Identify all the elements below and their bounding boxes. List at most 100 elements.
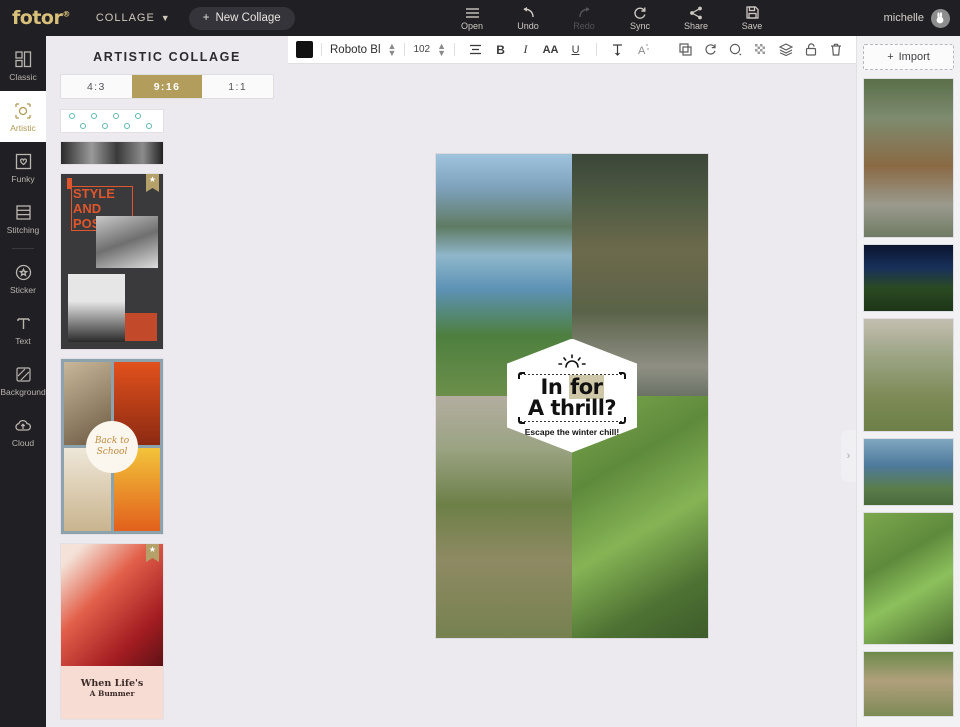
- rotate-button[interactable]: [700, 40, 721, 60]
- hamburger-menu-icon: [465, 6, 480, 20]
- delete-button[interactable]: [825, 40, 846, 60]
- text-color-swatch[interactable]: [296, 41, 313, 58]
- sidebar-item-text[interactable]: Text: [0, 304, 46, 355]
- underline-button[interactable]: U: [565, 40, 586, 60]
- line-spacing-button[interactable]: [607, 40, 628, 60]
- artistic-frame-icon: [14, 101, 32, 121]
- badge-text-for-selected: for: [569, 375, 604, 399]
- collage-dropdown[interactable]: COLLAGE ▼: [96, 12, 171, 24]
- letter-case-button[interactable]: AA: [540, 40, 561, 60]
- duplicate-button[interactable]: [675, 40, 696, 60]
- panel-title: ARTISTIC COLLAGE: [93, 50, 241, 64]
- redo-arrow-icon: [577, 6, 592, 20]
- open-button[interactable]: Open: [455, 6, 489, 31]
- opacity-button[interactable]: [750, 40, 771, 60]
- font-size-stepper[interactable]: ▲ ▼: [437, 41, 446, 57]
- template-back-to-school[interactable]: Back to School: [60, 358, 164, 535]
- sidebar-label-classic: Classic: [9, 71, 37, 82]
- sidebar-divider: [12, 248, 34, 249]
- chevron-down-icon: ▼: [160, 13, 171, 23]
- sidebar-item-background[interactable]: Background: [0, 355, 46, 406]
- italic-button[interactable]: I: [515, 40, 536, 60]
- text-selection-box[interactable]: In for A thrill?: [517, 372, 627, 424]
- sidebar-item-artistic[interactable]: Artistic: [0, 91, 46, 142]
- ratio-tab-4-3[interactable]: 4:3: [61, 75, 132, 98]
- toolbar-divider: [454, 43, 456, 56]
- layers-button[interactable]: [775, 40, 796, 60]
- user-account[interactable]: michelle: [884, 0, 950, 36]
- new-collage-label: New Collage: [215, 12, 281, 24]
- panel-collapse-toggle[interactable]: ›: [841, 430, 856, 482]
- bold-button[interactable]: B: [490, 40, 511, 60]
- photo-thumb-night[interactable]: [863, 244, 954, 312]
- template-dotted-pattern[interactable]: [60, 109, 164, 133]
- resize-handle-top-right[interactable]: [619, 372, 627, 379]
- bummer-subtitle: A Bummer: [89, 689, 135, 698]
- sidebar-label-stitching: Stitching: [6, 224, 40, 235]
- font-family-stepper[interactable]: ▲ ▼: [388, 41, 397, 57]
- sidebar-item-sticker[interactable]: Sticker: [0, 253, 46, 304]
- template-panel: ARTISTIC COLLAGE 4:3 9:16 1:1 ★ STYLE AN…: [46, 36, 288, 727]
- sidebar-item-cloud[interactable]: Cloud: [0, 406, 46, 457]
- template-bw-strip[interactable]: [60, 141, 164, 165]
- fotor-logo[interactable]: fotor®: [12, 7, 70, 29]
- avatar[interactable]: [931, 8, 950, 28]
- thumb-back-to-school: Back to School: [61, 359, 163, 534]
- sidebar-item-funky[interactable]: Funky: [0, 142, 46, 193]
- badge-line-2: A thrill?: [527, 396, 617, 420]
- svg-text:A: A: [638, 45, 646, 56]
- save-button[interactable]: Save: [735, 6, 769, 31]
- photo-thumb-lynx[interactable]: [863, 651, 954, 717]
- top-actions: Open Undo Redo Sync Share Save: [455, 0, 769, 36]
- share-button[interactable]: Share: [679, 6, 713, 31]
- style-line-2: AND: [73, 201, 102, 216]
- sidebar-label-background: Background: [0, 386, 46, 397]
- sidebar-label-text: Text: [15, 335, 31, 346]
- shadow-button[interactable]: [725, 40, 746, 60]
- cloud-upload-icon: [14, 416, 32, 436]
- floppy-disk-icon: [745, 6, 759, 20]
- import-label: Import: [898, 51, 930, 63]
- resize-handle-bottom-right[interactable]: [619, 417, 627, 424]
- sync-label: Sync: [629, 20, 650, 31]
- template-when-lifes-a-bummer[interactable]: ★ When Life's A Bummer: [60, 543, 164, 720]
- template-scroll-area[interactable]: ★ STYLE AND POSE Back to School ★ When L…: [46, 109, 288, 727]
- sidebar-item-classic[interactable]: Classic: [0, 40, 46, 91]
- thumb-when-lifes-a-bummer: When Life's A Bummer: [61, 544, 163, 719]
- ratio-tab-1-1[interactable]: 1:1: [202, 75, 273, 98]
- text-effect-button[interactable]: A: [632, 40, 653, 60]
- photo-thumb-frog[interactable]: [863, 512, 954, 645]
- photo-library-panel: + Import: [856, 36, 960, 727]
- redo-button[interactable]: Redo: [567, 6, 601, 31]
- collage-canvas[interactable]: In for A thrill? Escape the winter chill…: [436, 153, 708, 638]
- toolbar-divider: [321, 43, 322, 56]
- plus-icon: +: [202, 12, 210, 24]
- logo-text: fotor: [12, 7, 63, 29]
- sidebar-item-stitching[interactable]: Stitching: [0, 193, 46, 244]
- toolbar-divider: [404, 43, 406, 56]
- template-style-and-pose[interactable]: ★ STYLE AND POSE: [60, 173, 164, 350]
- sticker-star-icon: [15, 263, 32, 283]
- font-size-input[interactable]: 102: [413, 44, 430, 55]
- ratio-tab-9-16[interactable]: 9:16: [131, 75, 203, 98]
- sidebar-label-sticker: Sticker: [10, 284, 36, 295]
- canvas-area[interactable]: In for A thrill? Escape the winter chill…: [288, 64, 856, 727]
- photo-thumb-hilltown[interactable]: [863, 318, 954, 432]
- heart-frame-icon: [15, 152, 32, 172]
- left-sidebar: Classic Artistic Funky Stitching Sticker…: [0, 36, 46, 727]
- sync-button[interactable]: Sync: [623, 6, 657, 31]
- photo-thumb-lake[interactable]: [863, 438, 954, 506]
- lock-button[interactable]: [800, 40, 821, 60]
- photo-thumb-statue[interactable]: [863, 78, 954, 238]
- resize-handle-top-left[interactable]: [517, 372, 525, 379]
- import-button[interactable]: + Import: [863, 44, 954, 70]
- align-button[interactable]: [465, 40, 486, 60]
- fotor-collage-app: fotor® COLLAGE ▼ + New Collage Open Undo: [0, 0, 960, 727]
- new-collage-button[interactable]: + New Collage: [188, 6, 295, 30]
- undo-button[interactable]: Undo: [511, 6, 545, 31]
- share-node-icon: [689, 6, 703, 20]
- font-family-select[interactable]: Roboto Bl: [330, 44, 381, 56]
- plus-icon: +: [887, 51, 894, 63]
- sidebar-label-funky: Funky: [11, 173, 35, 184]
- resize-handle-bottom-left[interactable]: [517, 417, 525, 424]
